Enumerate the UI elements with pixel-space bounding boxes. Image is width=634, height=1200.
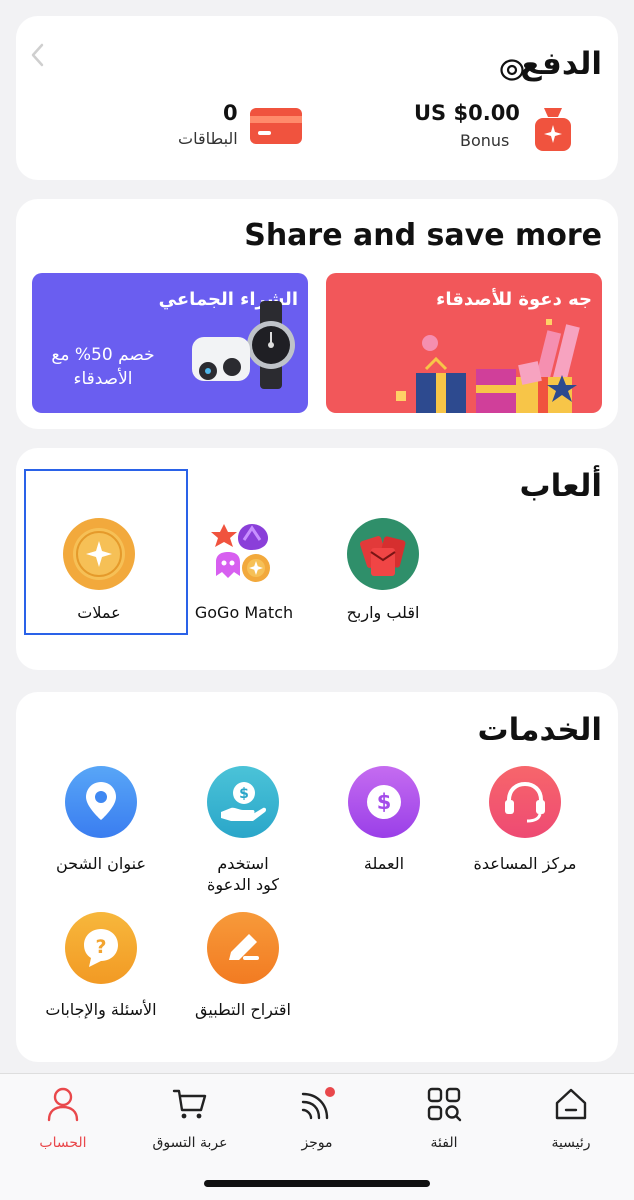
feed-icon <box>301 1087 335 1120</box>
games-title: ألعاب <box>519 468 602 504</box>
game-gogo-match[interactable]: GoGo Match <box>169 518 319 628</box>
gogo-match-icon <box>211 524 270 582</box>
bonus-label: Bonus <box>460 131 510 150</box>
bonus-bag-icon <box>535 108 571 151</box>
game-label: GoGo Match <box>194 603 294 622</box>
nav-account[interactable]: الحساب <box>0 1082 126 1162</box>
account-page: الدفع US $0.00 Bonus 0 البطاقات Share an… <box>0 0 634 1200</box>
cards-count: 0 <box>223 101 238 125</box>
service-label: عنوان الشحن <box>55 854 147 873</box>
watch-earbuds-illustration <box>192 301 295 389</box>
cart-icon <box>172 1089 207 1119</box>
nav-label: عربة التسوق <box>152 1135 228 1151</box>
headset-icon <box>489 766 561 838</box>
home-icon <box>555 1088 587 1120</box>
service-label: العملة <box>363 854 405 873</box>
service-label: استخدم كود الدعوة <box>168 853 318 895</box>
share-card: Share and save more جه دعوة للأصدقاء الش… <box>16 199 618 429</box>
service-label-line2: كود الدعوة <box>206 875 279 894</box>
credit-card-icon <box>250 108 302 144</box>
coin-icon <box>63 518 135 590</box>
hand-coin-icon: $ <box>207 766 279 838</box>
bonus-value: US $0.00 <box>414 101 520 125</box>
svg-text:$: $ <box>239 786 249 802</box>
game-flip-and-win[interactable]: اقلب واربح <box>308 518 458 628</box>
games-card: ألعاب اقلب واربح GoGo Match عملات <box>16 448 618 670</box>
dollar-icon: $ <box>348 766 420 838</box>
service-label: اقتراح التطبيق <box>195 1000 291 1019</box>
nav-category[interactable]: الفئة <box>381 1082 507 1162</box>
location-pin-icon <box>65 766 137 838</box>
nav-label: موجز <box>301 1135 333 1151</box>
nav-label: الفئة <box>430 1135 458 1151</box>
payment-card: الدفع US $0.00 Bonus 0 البطاقات <box>16 16 618 180</box>
service-label-line1: استخدم <box>217 854 269 873</box>
cards-label: البطاقات <box>178 129 238 148</box>
chevron-left-icon[interactable] <box>30 42 46 68</box>
game-label: اقلب واربح <box>346 603 420 622</box>
nav-feed[interactable]: موجز <box>254 1082 380 1162</box>
account-icon <box>47 1087 79 1122</box>
nav-cart[interactable]: عربة التسوق <box>127 1082 253 1162</box>
category-icon <box>427 1087 462 1122</box>
payment-title: الدفع <box>520 46 602 82</box>
services-title: الخدمات <box>477 712 603 748</box>
nav-label: الحساب <box>39 1135 87 1151</box>
nav-label: رئيسية <box>551 1135 591 1151</box>
gift-boxes-illustration <box>396 319 580 413</box>
game-label: عملات <box>77 603 121 622</box>
service-label: مركز المساعدة <box>473 854 577 873</box>
invite-friends-banner[interactable]: جه دعوة للأصدقاء <box>326 273 602 413</box>
nav-home[interactable]: رئيسية <box>508 1082 634 1162</box>
red-envelopes-icon <box>347 518 419 590</box>
service-label: الأسئلة والإجابات <box>45 1000 157 1019</box>
services-card: الخدمات مركز المساعدة $ العملة $ استخدم … <box>16 692 618 1062</box>
pencil-icon <box>207 912 279 984</box>
group-buy-banner[interactable]: الشراء الجماعي خصم 50% مع الأصدقاء <box>32 273 308 413</box>
game-coins[interactable]: عملات <box>24 518 174 628</box>
home-indicator <box>204 1180 430 1187</box>
svg-text:$: $ <box>377 790 392 814</box>
eye-icon[interactable] <box>500 58 524 82</box>
svg-text:?: ? <box>95 936 106 958</box>
share-title: Share and save more <box>244 218 602 253</box>
question-icon: ? <box>65 912 137 984</box>
